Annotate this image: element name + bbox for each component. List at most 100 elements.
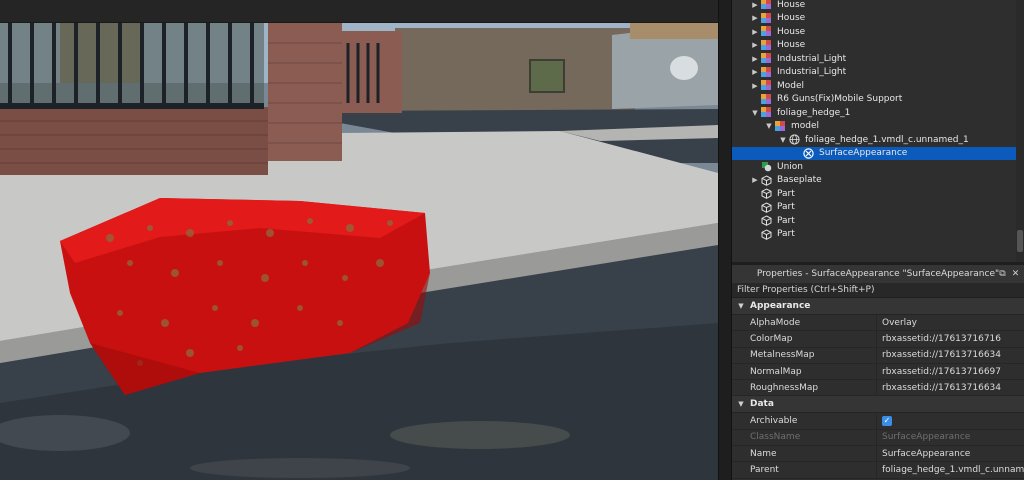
- explorer-item[interactable]: Part: [732, 201, 1016, 215]
- expand-arrow-icon[interactable]: ▶: [750, 13, 760, 23]
- property-section-header[interactable]: ▼ Appearance: [732, 298, 1024, 315]
- expand-arrow-icon[interactable]: ▶: [750, 27, 760, 37]
- arrow-spacer: [750, 216, 760, 226]
- properties-panel: Properties - SurfaceAppearance "SurfaceA…: [732, 262, 1024, 480]
- explorer-item[interactable]: ▶ House: [732, 0, 1016, 12]
- undock-icon[interactable]: ⧉: [997, 268, 1008, 279]
- explorer-item[interactable]: R6 Guns(Fix)Mobile Support: [732, 93, 1016, 107]
- properties-titlebar: Properties - SurfaceAppearance "SurfaceA…: [732, 265, 1024, 283]
- expand-arrow-icon[interactable]: ▶: [750, 175, 760, 185]
- property-value[interactable]: ✓: [877, 413, 1024, 428]
- close-icon[interactable]: ✕: [1010, 268, 1021, 279]
- explorer-scrollbar-thumb[interactable]: [1017, 230, 1023, 252]
- brick-pillar-back: [342, 31, 402, 113]
- expand-arrow-icon[interactable]: ▶: [750, 40, 760, 50]
- model-icon: [760, 12, 772, 24]
- properties-title: Properties - SurfaceAppearance "SurfaceA…: [756, 269, 1000, 279]
- property-value[interactable]: Overlay: [877, 315, 1024, 330]
- surface-appearance-icon: [802, 147, 814, 159]
- arrow-spacer: [792, 148, 802, 158]
- explorer-item[interactable]: ▶ House: [732, 12, 1016, 26]
- property-section-header[interactable]: ▼ Data: [732, 396, 1024, 414]
- explorer-item[interactable]: ▶ House: [732, 25, 1016, 39]
- model-icon: [760, 66, 772, 78]
- property-value[interactable]: rbxassetid://17613716634: [877, 348, 1024, 363]
- property-row[interactable]: NormalMap rbxassetid://17613716697: [732, 363, 1024, 381]
- property-value[interactable]: rbxassetid://17613716697: [877, 364, 1024, 379]
- explorer-item[interactable]: ▶ Baseplate: [732, 174, 1016, 188]
- wall-sign: [670, 56, 698, 80]
- arrow-spacer: [750, 94, 760, 104]
- explorer-item-label: House: [777, 26, 806, 37]
- property-name: NormalMap: [732, 363, 877, 380]
- explorer-item[interactable]: ▶ House: [732, 39, 1016, 53]
- explorer-item[interactable]: ▶ Industrial_Light: [732, 52, 1016, 66]
- property-name: Parent: [732, 462, 877, 478]
- collapse-arrow-icon[interactable]: ▼: [750, 108, 760, 118]
- model-icon: [760, 80, 772, 92]
- expand-arrow-icon[interactable]: ▶: [750, 54, 760, 64]
- property-value[interactable]: SurfaceAppearance: [877, 446, 1024, 461]
- panel-splitter[interactable]: [718, 0, 732, 480]
- wooden-fence-wall: [395, 28, 635, 113]
- model-icon: [760, 53, 772, 65]
- property-row[interactable]: Name SurfaceAppearance: [732, 446, 1024, 463]
- explorer-item-label: House: [777, 13, 806, 24]
- fence-rail: [0, 103, 264, 109]
- part-icon: [760, 188, 772, 200]
- viewport-scene: [0, 23, 718, 480]
- filter-properties-input[interactable]: Filter Properties (Ctrl+Shift+P): [732, 283, 1024, 298]
- property-row[interactable]: ColorMap rbxassetid://17613716716: [732, 331, 1024, 348]
- section-title: Appearance: [750, 301, 811, 311]
- property-row[interactable]: Archivable ✓: [732, 413, 1024, 430]
- part-icon: [760, 215, 772, 227]
- explorer-item[interactable]: ▶ Model: [732, 79, 1016, 93]
- property-row[interactable]: RoughnessMap rbxassetid://17613716634: [732, 380, 1024, 397]
- expand-arrow-icon[interactable]: ▶: [750, 0, 760, 10]
- model-icon: [774, 120, 786, 132]
- brick-wall: [0, 107, 268, 175]
- collapse-arrow-icon[interactable]: ▼: [778, 135, 788, 145]
- explorer-item[interactable]: Part: [732, 228, 1016, 242]
- model-icon: [760, 107, 772, 119]
- part-icon: [760, 174, 772, 186]
- model-icon: [760, 26, 772, 38]
- explorer-item[interactable]: ▼ foliage_hedge_1.vmdl_c.unnamed_1: [732, 133, 1016, 147]
- road-patch: [390, 421, 570, 449]
- union-icon: [760, 161, 772, 173]
- property-value[interactable]: rbxassetid://17613716634: [877, 380, 1024, 395]
- brick-pillar: [268, 23, 342, 161]
- property-name: RoughnessMap: [732, 380, 877, 396]
- property-name: MetalnessMap: [732, 347, 877, 363]
- property-value[interactable]: rbxassetid://17613716716: [877, 331, 1024, 346]
- explorer-item-label: foliage_hedge_1: [777, 107, 851, 118]
- expand-arrow-icon[interactable]: ▶: [750, 67, 760, 77]
- property-row[interactable]: ClassName SurfaceAppearance: [732, 429, 1024, 447]
- property-row[interactable]: Parent foliage_hedge_1.vmdl_c.unname...: [732, 462, 1024, 479]
- explorer-scrollbar[interactable]: [1016, 0, 1024, 262]
- arrow-spacer: [750, 229, 760, 239]
- explorer-item[interactable]: Part: [732, 214, 1016, 228]
- explorer-item[interactable]: ▼ model: [732, 120, 1016, 134]
- explorer-item-label: Part: [777, 202, 795, 213]
- archivable-checkbox[interactable]: ✓: [882, 416, 892, 427]
- explorer-item[interactable]: Union: [732, 160, 1016, 174]
- collapse-arrow-icon[interactable]: ▼: [764, 121, 774, 131]
- explorer-item-label: Part: [777, 229, 795, 240]
- property-value[interactable]: foliage_hedge_1.vmdl_c.unname...: [877, 462, 1024, 477]
- property-sections: ▼ Appearance AlphaMode Overlay ColorMap rbxas…: [732, 298, 1024, 479]
- explorer-item-label: Industrial_Light: [777, 53, 847, 64]
- expand-arrow-icon[interactable]: ▶: [750, 81, 760, 91]
- explorer-item[interactable]: Part: [732, 187, 1016, 201]
- explorer-item-label: R6 Guns(Fix)Mobile Support: [777, 94, 903, 105]
- fence-foliage: [0, 23, 264, 109]
- model-icon: [760, 39, 772, 51]
- explorer-item[interactable]: SurfaceAppearance: [732, 146, 1016, 160]
- 3d-viewport[interactable]: [0, 23, 718, 480]
- property-row[interactable]: AlphaMode Overlay: [732, 315, 1024, 332]
- property-row[interactable]: MetalnessMap rbxassetid://17613716634: [732, 347, 1024, 364]
- explorer-item[interactable]: ▶ Industrial_Light: [732, 66, 1016, 80]
- collapse-arrow-icon[interactable]: ▼: [732, 302, 750, 310]
- collapse-arrow-icon[interactable]: ▼: [732, 400, 750, 408]
- explorer-item[interactable]: ▼ foliage_hedge_1: [732, 106, 1016, 120]
